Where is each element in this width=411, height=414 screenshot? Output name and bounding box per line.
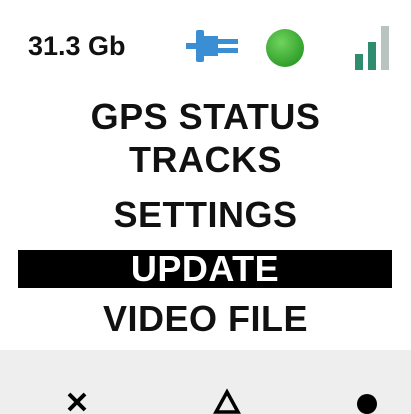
menu-item-settings[interactable]: SETTINGS (0, 193, 411, 237)
close-icon[interactable] (64, 386, 92, 414)
storage-readout: 31.3 Gb (28, 31, 126, 61)
status-bar: 31.3 Gb (0, 0, 411, 88)
triangle-icon[interactable] (213, 386, 241, 414)
device-screen: 31.3 Gb GPS STATUS TRACKS SETTINGS UPDAT… (0, 0, 411, 350)
menu-item-video-file[interactable]: VIDEO FILE (0, 297, 411, 341)
signal-bars-icon (355, 26, 389, 70)
menu-item-gps-status[interactable]: GPS STATUS (0, 95, 411, 139)
green-dot-icon (266, 29, 304, 67)
softkey-bar (0, 350, 411, 414)
plug-icon (186, 30, 238, 62)
circle-icon[interactable] (353, 386, 381, 414)
menu-item-tracks[interactable]: TRACKS (0, 138, 411, 182)
menu-item-update[interactable]: UPDATE (18, 250, 392, 288)
